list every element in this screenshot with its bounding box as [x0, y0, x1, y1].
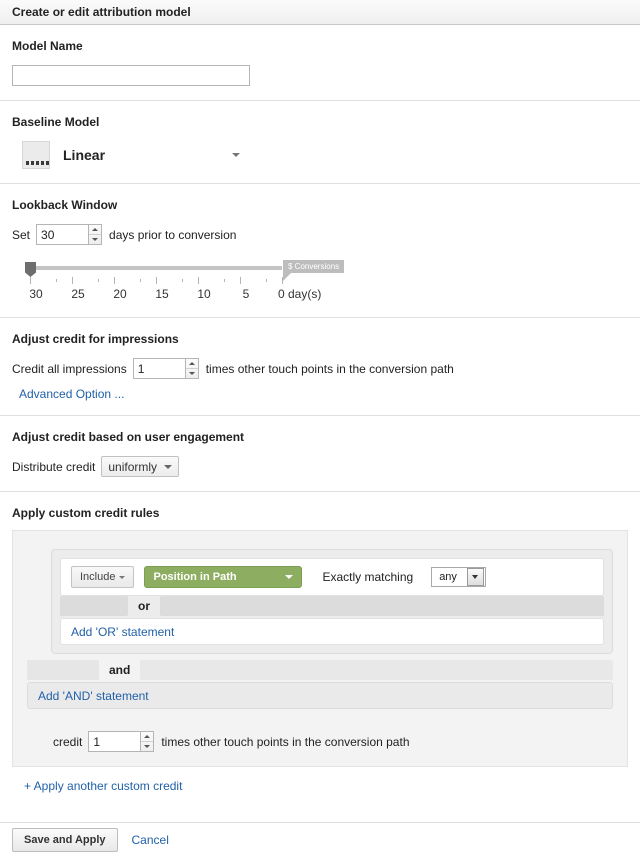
and-bar-left — [27, 660, 99, 680]
or-group: Include Position in Path Exactly matchin… — [51, 549, 613, 654]
lookback-window-label: Lookback Window — [12, 198, 118, 212]
lookback-days-decrement[interactable] — [89, 235, 101, 245]
section-adjust-impressions: Adjust credit for impressions Credit all… — [0, 318, 640, 416]
model-name-input[interactable] — [12, 65, 250, 86]
custom-rules-title: Apply custom credit rules — [12, 506, 160, 520]
cancel-link[interactable]: Cancel — [132, 833, 169, 847]
or-separator: or — [60, 596, 604, 616]
slider-tick-label: 5 — [242, 287, 250, 301]
linear-model-icon — [22, 141, 50, 169]
custom-credit-decrement[interactable] — [141, 742, 153, 752]
lookback-days-stepper-buttons[interactable] — [88, 224, 103, 245]
or-bar-left — [60, 596, 128, 616]
baseline-model-label: Baseline Model — [12, 115, 100, 129]
section-custom-credit-rules: Apply custom credit rules — [0, 492, 640, 520]
save-and-apply-button[interactable]: Save and Apply — [12, 828, 118, 852]
impressions-credit-row: Credit all impressions times other touch… — [12, 358, 628, 379]
add-or-statement-link[interactable]: Add 'OR' statement — [71, 625, 174, 639]
dialog-footer: Save and Apply Cancel — [0, 822, 640, 857]
slider-tick-label: 25 — [71, 287, 85, 301]
section-lookback-window: Lookback Window Set days prior to conver… — [0, 184, 640, 318]
section-model-name: Model Name — [0, 25, 640, 101]
chevron-down-icon — [232, 153, 240, 157]
custom-credit-row: credit times other touch points in the c… — [27, 731, 613, 752]
slider-tick-label: 30 — [29, 287, 43, 301]
lookback-days-stepper[interactable] — [36, 224, 103, 245]
or-word: or — [138, 599, 150, 613]
lookback-days-suffix: days prior to conversion — [109, 227, 237, 242]
match-value-select[interactable]: any — [431, 567, 486, 587]
engagement-pre-label: Distribute credit — [12, 459, 96, 474]
distribute-credit-value: uniformly — [108, 459, 158, 474]
impressions-credit-input[interactable] — [132, 358, 185, 379]
add-or-statement-row[interactable]: Add 'OR' statement — [60, 618, 604, 645]
and-word: and — [109, 663, 131, 677]
and-separator: and — [27, 660, 613, 680]
impressions-decrement[interactable] — [186, 369, 198, 379]
impressions-stepper-buttons[interactable] — [184, 358, 199, 379]
lookback-slider-handle[interactable] — [25, 262, 36, 277]
section-baseline-model: Baseline Model Linear — [0, 101, 640, 184]
advanced-option-link[interactable]: Advanced Option ... — [19, 387, 124, 401]
lookback-slider-tick-labels: 30 25 20 15 10 5 0 day(s) — [15, 287, 352, 303]
window-titlebar: Create or edit attribution model — [0, 0, 640, 25]
custom-credit-input[interactable] — [88, 731, 141, 752]
chevron-down-icon — [164, 464, 173, 469]
custom-credit-stepper-buttons[interactable] — [140, 731, 155, 752]
lookback-slider-bubble: $ Conversions — [283, 260, 345, 273]
and-bar-right — [140, 660, 613, 680]
dimension-value: Position in Path — [153, 571, 237, 583]
include-label: Include — [80, 571, 116, 583]
impressions-pre-label: Credit all impressions — [12, 361, 127, 376]
slider-tick-label: 20 — [113, 287, 127, 301]
model-name-label: Model Name — [12, 39, 83, 53]
custom-credit-stepper[interactable] — [88, 731, 155, 752]
impressions-increment[interactable] — [185, 359, 198, 369]
impressions-credit-stepper[interactable] — [132, 358, 199, 379]
slider-tick-label: 15 — [155, 287, 169, 301]
custom-rules-panel: Include Position in Path Exactly matchin… — [12, 530, 628, 767]
condition-row: Include Position in Path Exactly matchin… — [60, 558, 604, 596]
match-value: any — [439, 571, 457, 583]
lookback-days-increment[interactable] — [89, 225, 102, 235]
chevron-down-icon — [119, 575, 126, 579]
section-user-engagement: Adjust credit based on user engagement D… — [0, 416, 640, 492]
chevron-down-icon — [285, 575, 294, 579]
chevron-down-icon[interactable] — [466, 568, 484, 586]
custom-credit-pre-label: credit — [53, 734, 83, 749]
lookback-days-row: Set days prior to conversion — [12, 224, 628, 245]
engagement-title: Adjust credit based on user engagement — [12, 430, 245, 444]
distribute-credit-select[interactable]: uniformly — [101, 456, 180, 477]
or-bar-right — [160, 596, 604, 616]
slider-tick-label: 10 — [197, 287, 211, 301]
impressions-post-label: times other touch points in the conversi… — [205, 361, 454, 376]
add-and-statement-link[interactable]: Add 'AND' statement — [38, 689, 149, 703]
include-exclude-button[interactable]: Include — [71, 566, 135, 588]
match-type-label: Exactly matching — [322, 570, 414, 584]
lookback-slider-track[interactable]: $ Conversions — [15, 260, 352, 281]
impressions-title: Adjust credit for impressions — [12, 332, 179, 346]
lookback-days-input[interactable] — [36, 224, 89, 245]
add-and-statement-row[interactable]: Add 'AND' statement — [27, 682, 613, 709]
lookback-slider[interactable]: $ Conversions 30 25 20 15 10 5 0 day(s) — [12, 260, 352, 303]
dimension-select[interactable]: Position in Path — [144, 566, 303, 588]
baseline-model-value: Linear — [63, 147, 106, 163]
slider-tick-label: 0 day(s) — [278, 287, 322, 301]
lookback-set-label: Set — [12, 227, 31, 242]
custom-credit-increment[interactable] — [141, 732, 154, 742]
baseline-model-dropdown[interactable]: Linear — [12, 141, 240, 169]
window-title: Create or edit attribution model — [12, 5, 191, 19]
custom-credit-post-label: times other touch points in the conversi… — [161, 734, 410, 749]
engagement-row: Distribute credit uniformly — [12, 456, 628, 477]
lookback-slider-ticks — [15, 277, 352, 285]
apply-another-custom-credit-link[interactable]: + Apply another custom credit — [24, 779, 182, 793]
lookback-slider-rail — [29, 266, 282, 270]
